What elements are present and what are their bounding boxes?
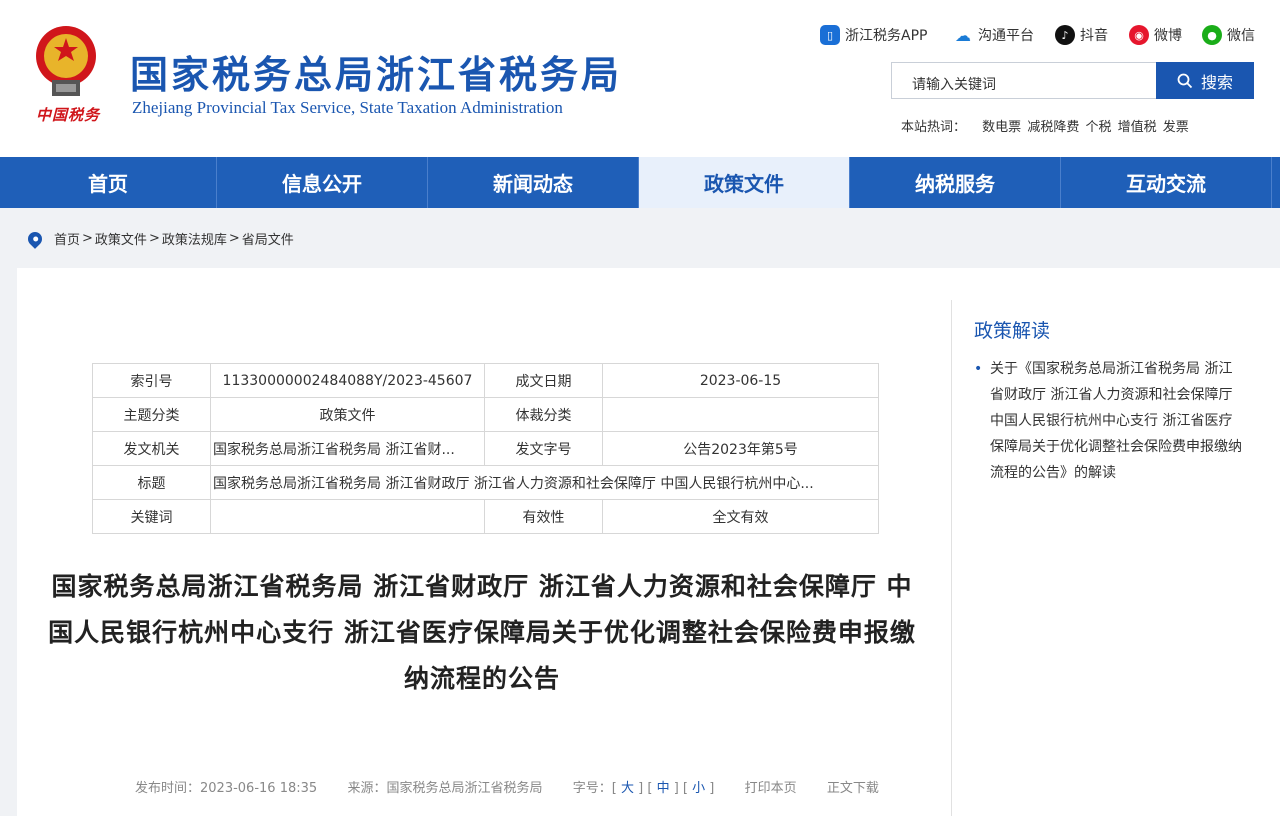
meta-label: 标题 <box>92 465 211 500</box>
search-input[interactable]: 请输入关键词 <box>891 62 1157 99</box>
document-meta-table: 索引号 11330000002484088Y/2023-45607 成文日期 2… <box>92 363 879 534</box>
meta-label: 主题分类 <box>92 397 211 432</box>
phone-app-icon: ▯ <box>820 25 840 45</box>
search-icon <box>1177 73 1193 88</box>
wechat-icon: ● <box>1202 25 1222 45</box>
hot-words: 本站热词： 数电票 减税降费 个税 增值税 发票 <box>901 120 1189 135</box>
sidebar-item[interactable]: 关于《国家税务总局浙江省税务局 浙江省财政厅 浙江省人力资源和社会保障厅 中国人… <box>974 356 1244 486</box>
hotword-link[interactable]: 数电票 <box>982 120 1021 135</box>
breadcrumb-home[interactable]: 首页 <box>54 229 80 248</box>
douyin-icon: ♪ <box>1055 25 1075 45</box>
content-card: 索引号 11330000002484088Y/2023-45607 成文日期 2… <box>17 268 1280 816</box>
meta-label: 发文字号 <box>484 431 603 466</box>
hotword-link[interactable]: 增值税 <box>1118 120 1157 135</box>
meta-value <box>210 499 485 534</box>
publish-info: 发布时间：2023-06-16 18:35 来源：国家税务总局浙江省税务局 字号… <box>135 781 879 796</box>
breadcrumb-library[interactable]: 政策法规库 <box>162 229 227 248</box>
meta-value: 2023-06-15 <box>602 363 879 398</box>
source: 国家税务总局浙江省税务局 <box>386 781 543 796</box>
nav-news[interactable]: 新闻动态 <box>428 157 639 208</box>
hotword-link[interactable]: 发票 <box>1163 120 1189 135</box>
document-title: 国家税务总局浙江省税务局 浙江省财政厅 浙江省人力资源和社会保障厅 中国人民银行… <box>48 572 916 693</box>
main-nav: 首页 信息公开 新闻动态 政策文件 纳税服务 互动交流 <box>0 157 1280 208</box>
search-button[interactable]: 搜索 <box>1156 62 1254 99</box>
social-link-wechat[interactable]: ● 微信 <box>1202 24 1255 46</box>
breadcrumb: 首页 > 政策文件 > 政策法规库 > 省局文件 <box>25 228 294 249</box>
meta-value: 国家税务总局浙江省税务局 浙江省财政厅 浙江省人力资源和社会保障厅 中国人民银行… <box>210 465 879 500</box>
site-header: 中国税务 国家税务总局浙江省税务局 Zhejiang Provincial Ta… <box>0 0 1280 157</box>
site-subtitle: Zhejiang Provincial Tax Service, State T… <box>132 98 563 117</box>
download-button[interactable]: 正文下载 <box>827 781 879 796</box>
meta-label: 体裁分类 <box>484 397 603 432</box>
location-pin-icon <box>25 228 45 249</box>
nav-interaction[interactable]: 互动交流 <box>1061 157 1272 208</box>
social-link-weibo[interactable]: ◉ 微博 <box>1129 24 1182 46</box>
font-size-medium[interactable]: 中 <box>657 781 670 796</box>
weibo-icon: ◉ <box>1129 25 1149 45</box>
meta-value: 全文有效 <box>602 499 879 534</box>
sidebar-title: 政策解读 <box>974 320 1051 342</box>
social-link-douyin[interactable]: ♪ 抖音 <box>1055 24 1108 46</box>
column-divider <box>951 300 952 816</box>
breadcrumb-policy[interactable]: 政策文件 <box>95 229 147 248</box>
meta-value <box>602 397 879 432</box>
meta-value: 公告2023年第5号 <box>602 431 879 466</box>
meta-label: 有效性 <box>484 499 603 534</box>
hotword-link[interactable]: 减税降费 <box>1027 120 1079 135</box>
nav-policy-docs[interactable]: 政策文件 <box>639 157 850 208</box>
font-size-small[interactable]: 小 <box>692 781 705 796</box>
breadcrumb-provincial[interactable]: 省局文件 <box>242 229 294 248</box>
nav-tax-service[interactable]: 纳税服务 <box>850 157 1061 208</box>
font-size-large[interactable]: 大 <box>621 781 634 796</box>
meta-label: 关键词 <box>92 499 211 534</box>
meta-label: 成文日期 <box>484 363 603 398</box>
meta-label: 发文机关 <box>92 431 211 466</box>
emblem-caption: 中国税务 <box>36 106 101 124</box>
print-button[interactable]: 打印本页 <box>745 781 797 796</box>
meta-value: 国家税务总局浙江省税务局 浙江省财... <box>210 431 485 466</box>
hotword-link[interactable]: 个税 <box>1085 120 1111 135</box>
meta-value: 11330000002484088Y/2023-45607 <box>210 363 485 398</box>
national-emblem-icon[interactable] <box>30 22 102 102</box>
publish-time: 2023-06-16 18:35 <box>200 781 318 796</box>
nav-info-disclosure[interactable]: 信息公开 <box>217 157 428 208</box>
nav-home[interactable]: 首页 <box>0 157 217 208</box>
cloud-icon: ☁ <box>955 25 971 45</box>
social-link-platform[interactable]: ☁ 沟通平台 <box>953 24 1034 46</box>
social-link-app[interactable]: ▯ 浙江税务APP <box>820 24 927 46</box>
sidebar-list: 关于《国家税务总局浙江省税务局 浙江省财政厅 浙江省人力资源和社会保障厅 中国人… <box>974 356 1244 486</box>
site-title[interactable]: 国家税务总局浙江省税务局 <box>130 44 622 99</box>
meta-value: 政策文件 <box>210 397 485 432</box>
meta-label: 索引号 <box>92 363 211 398</box>
